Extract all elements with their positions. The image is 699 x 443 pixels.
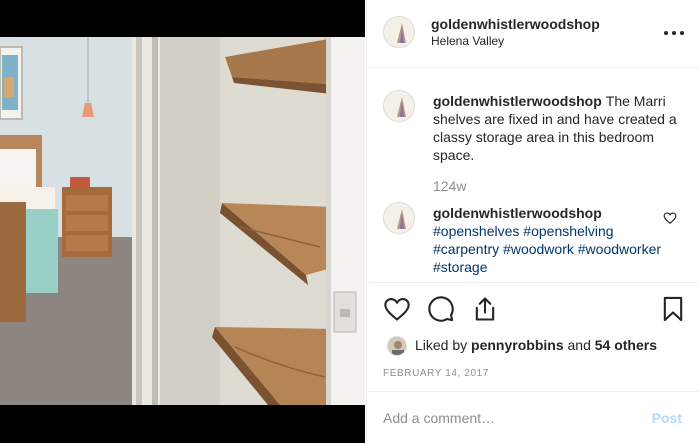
hashtag-link[interactable]: #woodworker xyxy=(578,241,661,257)
comment-button[interactable] xyxy=(427,295,455,323)
save-button[interactable] xyxy=(659,295,687,323)
hashtag-link[interactable]: #openshelving xyxy=(523,223,613,239)
comment-text: goldenwhistlerwoodshop #openshelves #ope… xyxy=(433,204,663,276)
likes-joiner: and xyxy=(567,337,591,353)
liked-by-label: Liked by xyxy=(415,337,468,353)
heart-icon xyxy=(384,298,410,321)
author-username[interactable]: goldenwhistlerwoodshop xyxy=(431,16,600,32)
more-icon-dot xyxy=(680,31,684,35)
post-image xyxy=(0,37,365,405)
others-likes-link[interactable]: 54 others xyxy=(595,337,657,353)
caption-timestamp[interactable]: 124w xyxy=(433,178,466,194)
add-comment-bar: Post xyxy=(367,391,699,443)
caption-avatar[interactable] xyxy=(383,90,415,122)
bedroom-shelves-illustration xyxy=(0,37,365,405)
comment-icon xyxy=(428,296,454,322)
post-header: goldenwhistlerwoodshop Helena Valley xyxy=(367,0,699,68)
hashtag-link[interactable]: #storage xyxy=(433,259,487,275)
hashtag-link[interactable]: #carpentry xyxy=(433,241,499,257)
post-comment-button[interactable]: Post xyxy=(652,410,682,426)
avatar-logo-icon xyxy=(384,91,414,121)
action-bar xyxy=(367,282,699,338)
comment-input[interactable] xyxy=(383,408,623,428)
more-icon xyxy=(664,31,668,35)
comment-avatar[interactable] xyxy=(383,202,415,234)
small-heart-icon xyxy=(663,212,677,225)
more-options-button[interactable] xyxy=(662,20,686,44)
likes-summary: Liked by pennyrobbins and 54 others xyxy=(383,334,693,356)
likes-text: Liked by pennyrobbins and 54 others xyxy=(415,337,657,353)
post-location[interactable]: Helena Valley xyxy=(431,34,504,48)
share-button[interactable] xyxy=(471,295,499,323)
author-avatar[interactable] xyxy=(383,16,415,48)
caption-text: goldenwhistlerwoodshop The Marri shelves … xyxy=(433,92,683,164)
like-comment-button[interactable] xyxy=(663,211,677,225)
post-date[interactable]: FEBRUARY 14, 2017 xyxy=(383,368,489,379)
caption-username[interactable]: goldenwhistlerwoodshop xyxy=(433,93,602,109)
hashtag-list: #openshelves #openshelving #carpentry #w… xyxy=(433,222,663,276)
post-photo[interactable] xyxy=(0,0,365,443)
share-icon xyxy=(475,297,495,321)
post-panel: goldenwhistlerwoodshop Helena Valley gol… xyxy=(366,0,699,443)
more-icon-dot xyxy=(672,31,676,35)
liker-username[interactable]: pennyrobbins xyxy=(471,337,564,353)
hashtag-link[interactable]: #woodwork xyxy=(503,241,574,257)
liker-avatar[interactable] xyxy=(387,336,407,356)
bookmark-icon xyxy=(663,296,683,322)
comment-username[interactable]: goldenwhistlerwoodshop xyxy=(433,204,659,222)
hashtag-link[interactable]: #openshelves xyxy=(433,223,519,239)
avatar-logo-icon xyxy=(384,17,414,47)
like-button[interactable] xyxy=(383,295,411,323)
liker-avatar-image xyxy=(388,337,406,355)
avatar-logo-icon xyxy=(384,203,414,233)
